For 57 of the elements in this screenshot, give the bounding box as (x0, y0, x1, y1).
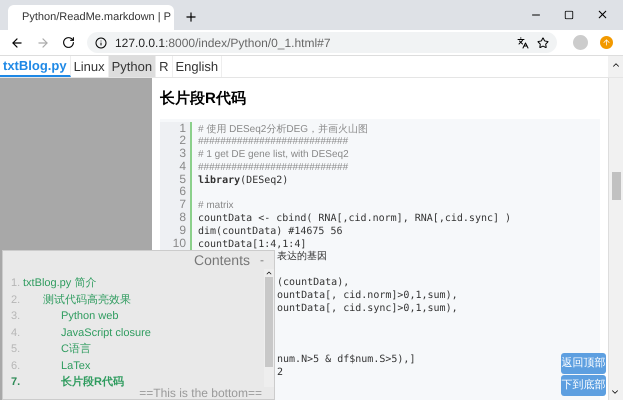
code-line: countData <- cbind( RNA[,cid.norm], RNA[,cid.sync] ) (198, 213, 512, 224)
line-number: 9 (179, 222, 186, 237)
code-line: 2 (277, 366, 284, 378)
star-icon[interactable] (537, 36, 549, 48)
info-icon (95, 36, 107, 48)
code-line: ountData[, cid.sync]>0,1,sum), (277, 302, 458, 314)
back-icon[interactable] (10, 36, 24, 50)
address-bar[interactable]: 127.0.0.1:8000/index/Python/0_1.html#7 (87, 32, 557, 53)
bottom-marker: ==This is the bottom== (139, 387, 262, 399)
code-comment: # matrix (198, 200, 234, 212)
nav-link[interactable]: R (156, 56, 173, 77)
line-number: 7 (179, 197, 186, 212)
code-comment: # 使用 DESeq2分析DEG，并画火山图 (198, 124, 368, 134)
line-number: 4 (179, 158, 186, 173)
code-line: countData[1:4,1:4] (198, 238, 306, 250)
tab-title: Python/ReadMe.markdown | P (22, 10, 171, 26)
scrollbar-thumb[interactable] (265, 277, 273, 367)
translate-icon[interactable] (517, 36, 529, 48)
contents-link[interactable]: JavaScript closure (61, 324, 151, 341)
back-to-top-button[interactable]: 返回顶部 (561, 353, 606, 374)
browser-tab[interactable]: Python/ReadMe.markdown | P (8, 5, 174, 30)
section-heading: 长片段R代码 (160, 89, 247, 109)
contents-link[interactable]: Python web (61, 308, 118, 324)
code-line: num.N>5 & df$num.S>5),] (277, 354, 416, 365)
line-number: 2 (179, 133, 186, 148)
line-number: 5 (179, 172, 186, 186)
code-line: ountData[, cid.norm]>0,1,sum), (277, 290, 458, 301)
panel-title: Contents (194, 250, 250, 270)
line-number: 3 (179, 146, 186, 160)
contents-link[interactable]: C语言 (61, 341, 91, 358)
code-line: dim(countData) #14675 56 (198, 226, 342, 237)
new-tab-icon[interactable] (184, 10, 198, 24)
code-comment: ########################### (198, 136, 348, 148)
scrollbar[interactable] (608, 78, 623, 400)
contents-link[interactable]: 长片段R代码 (61, 374, 124, 390)
code-line: 表达的基因 (277, 251, 327, 262)
go-to-bottom-button[interactable]: 下到底部 (561, 375, 606, 396)
line-number: 10 (172, 236, 186, 250)
close-icon[interactable] (596, 8, 609, 21)
nav-link[interactable]: English (172, 56, 222, 77)
nav-link[interactable]: Python (108, 56, 156, 77)
line-number: 8 (179, 210, 186, 224)
scroll-up-icon[interactable] (265, 269, 273, 277)
maximize-icon[interactable] (564, 10, 574, 20)
code-comment: # 1 get DE gene list, with DESeq2 (198, 149, 349, 160)
code-line: library(DESeq2) (198, 174, 288, 186)
line-number: 1 (179, 120, 186, 134)
contents-link[interactable]: 测试代码高亮效果 (43, 292, 131, 308)
code-comment: ########################### (198, 162, 348, 173)
code-line: (countData), (277, 277, 350, 288)
contents-link[interactable]: txtBlog.py 简介 (23, 275, 96, 292)
line-number: 6 (179, 184, 186, 198)
reload-icon[interactable] (62, 36, 75, 49)
url-text: 127.0.0.1:8000/index/Python/0_1.html#7 (115, 34, 332, 52)
item-number: 7. (11, 375, 22, 390)
collapse-button[interactable]: - (260, 251, 264, 269)
contents-link[interactable]: LaTex (61, 358, 90, 374)
